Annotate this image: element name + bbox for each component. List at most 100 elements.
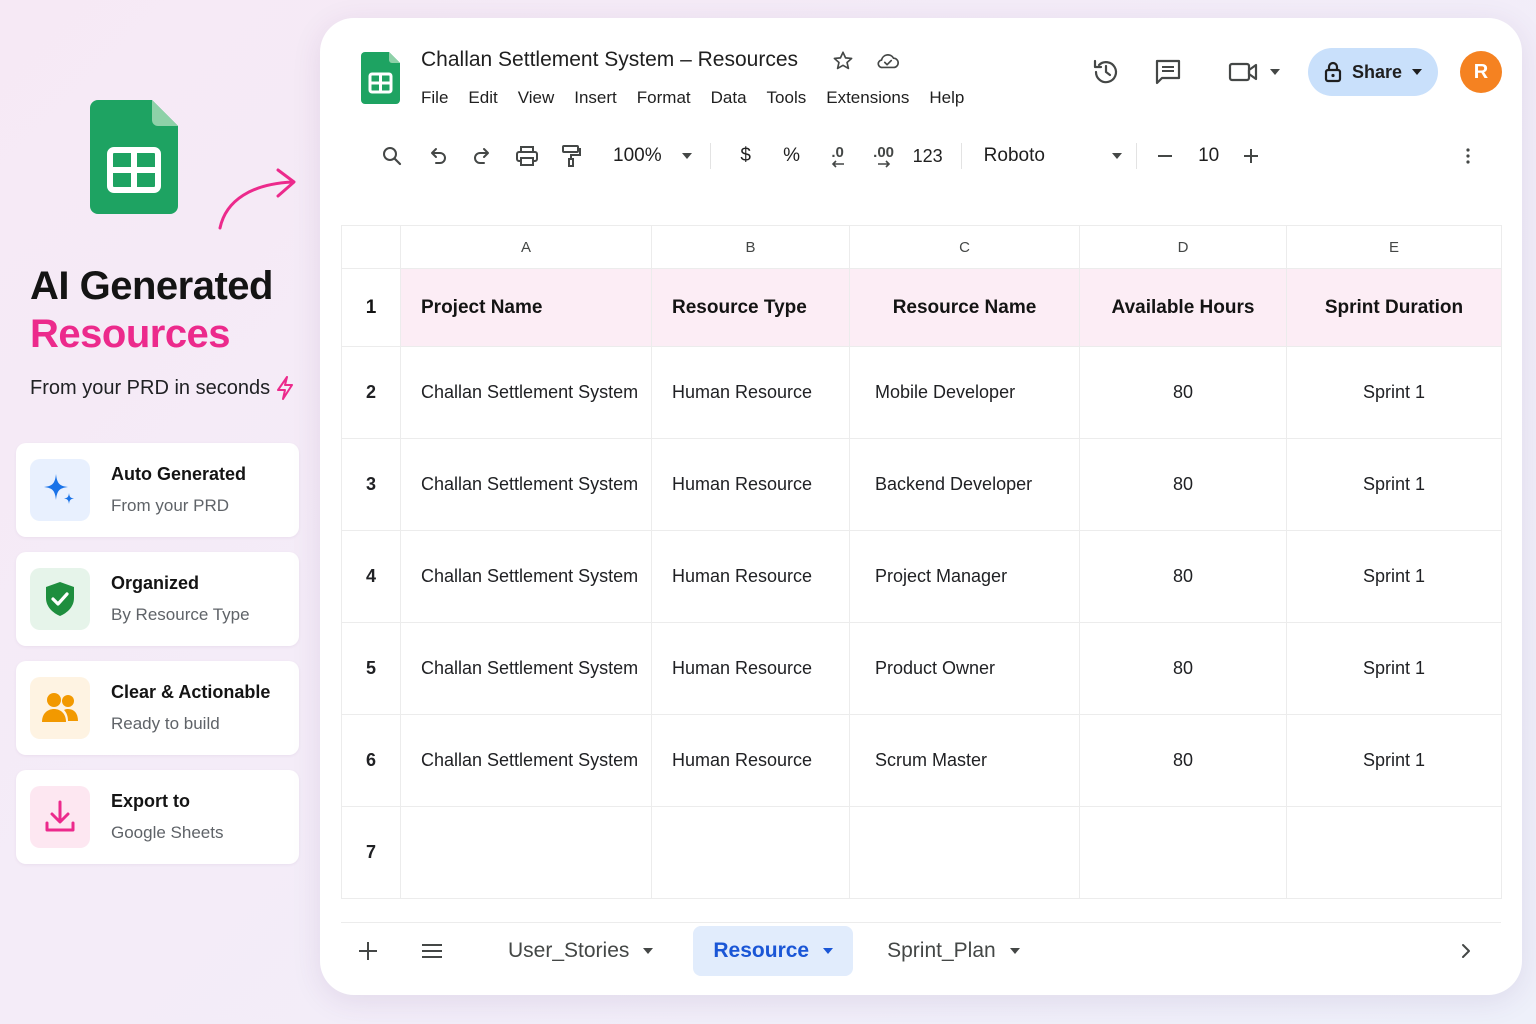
menu-format[interactable]: Format xyxy=(637,88,691,108)
select-all-corner[interactable] xyxy=(341,225,401,269)
table-cell[interactable]: Sprint 1 xyxy=(1286,346,1502,439)
decrease-decimal-button[interactable]: .0 xyxy=(823,138,853,174)
redo-button[interactable] xyxy=(468,138,496,174)
headline: AI Generated xyxy=(30,264,273,308)
meet-button[interactable] xyxy=(1228,52,1280,92)
table-cell[interactable] xyxy=(400,806,652,899)
row-number[interactable]: 1 xyxy=(341,268,401,347)
font-value: Roboto xyxy=(983,145,1045,166)
table-cell[interactable]: 80 xyxy=(1079,530,1287,623)
percent-format-button[interactable]: % xyxy=(779,138,805,174)
scroll-tabs-right-button[interactable] xyxy=(1451,933,1481,969)
table-cell[interactable]: Sprint 1 xyxy=(1286,622,1502,715)
video-camera-icon xyxy=(1228,62,1258,82)
cloud-status-icon[interactable] xyxy=(876,50,900,72)
sheets-home-icon[interactable] xyxy=(361,52,400,104)
table-cell[interactable]: Project Manager xyxy=(849,530,1080,623)
row-number[interactable]: 6 xyxy=(341,714,401,807)
font-select[interactable]: Roboto xyxy=(984,138,1122,174)
increase-decimal-button[interactable]: .00 xyxy=(867,138,901,174)
cell-a1[interactable]: Project Name xyxy=(400,268,652,347)
table-cell[interactable]: Challan Settlement System xyxy=(400,530,652,623)
version-history-button[interactable] xyxy=(1086,52,1126,92)
decrease-font-size-button[interactable] xyxy=(1153,138,1177,174)
cell-d1[interactable]: Available Hours xyxy=(1079,268,1287,347)
add-sheet-button[interactable] xyxy=(348,933,388,969)
menu-view[interactable]: View xyxy=(518,88,555,108)
cell-b1[interactable]: Resource Type xyxy=(651,268,850,347)
table-cell[interactable]: Challan Settlement System xyxy=(400,438,652,531)
lightning-icon xyxy=(277,376,294,400)
table-cell[interactable]: Human Resource xyxy=(651,346,850,439)
menu-insert[interactable]: Insert xyxy=(574,88,617,108)
share-button[interactable]: Share xyxy=(1308,48,1438,96)
menu-file[interactable]: File xyxy=(421,88,448,108)
menu-extensions[interactable]: Extensions xyxy=(826,88,909,108)
menu-edit[interactable]: Edit xyxy=(468,88,497,108)
table-cell[interactable]: Human Resource xyxy=(651,438,850,531)
column-header-e[interactable]: E xyxy=(1286,225,1502,269)
google-sheets-logo-icon xyxy=(90,100,178,214)
table-cell[interactable]: Sprint 1 xyxy=(1286,714,1502,807)
table-cell[interactable]: 80 xyxy=(1079,438,1287,531)
menu-tools[interactable]: Tools xyxy=(767,88,807,108)
star-icon[interactable] xyxy=(832,50,854,72)
row-number[interactable]: 4 xyxy=(341,530,401,623)
tab-sprint-plan[interactable]: Sprint_Plan xyxy=(867,926,1040,976)
column-header-a[interactable]: A xyxy=(400,225,652,269)
print-button[interactable] xyxy=(513,138,541,174)
table-cell[interactable]: Human Resource xyxy=(651,530,850,623)
table-cell[interactable]: Backend Developer xyxy=(849,438,1080,531)
more-formats-button[interactable]: 123 xyxy=(913,138,943,174)
feature-subtitle: Ready to build xyxy=(111,714,220,733)
column-header-d[interactable]: D xyxy=(1079,225,1287,269)
caret-down-icon xyxy=(1111,153,1122,159)
tab-resource[interactable]: Resource xyxy=(693,925,854,976)
increase-font-size-button[interactable] xyxy=(1239,138,1263,174)
toolbar-divider xyxy=(709,143,711,169)
table-cell[interactable] xyxy=(849,806,1080,899)
all-sheets-button[interactable] xyxy=(412,933,452,969)
table-cell[interactable]: Scrum Master xyxy=(849,714,1080,807)
cell-c1[interactable]: Resource Name xyxy=(849,268,1080,347)
zoom-select[interactable]: 100% xyxy=(613,138,692,174)
table-cell[interactable]: 80 xyxy=(1079,622,1287,715)
row-number[interactable]: 5 xyxy=(341,622,401,715)
table-cell[interactable]: Challan Settlement System xyxy=(400,622,652,715)
table-cell[interactable] xyxy=(1079,806,1287,899)
table-cell[interactable]: Mobile Developer xyxy=(849,346,1080,439)
table-cell[interactable] xyxy=(1286,806,1502,899)
row-number[interactable]: 3 xyxy=(341,438,401,531)
font-size-input[interactable]: 10 xyxy=(1187,138,1231,174)
comments-button[interactable] xyxy=(1148,52,1188,92)
table-cell[interactable]: Sprint 1 xyxy=(1286,438,1502,531)
row-number[interactable]: 2 xyxy=(341,346,401,439)
toolbar: 100% $ % .0 .00 123 Roboto 10 xyxy=(378,138,1478,174)
avatar[interactable]: R xyxy=(1460,51,1502,93)
table-cell[interactable]: Product Owner xyxy=(849,622,1080,715)
comment-icon xyxy=(1155,59,1181,85)
tab-user-stories[interactable]: User_Stories xyxy=(488,926,673,976)
table-cell[interactable]: Challan Settlement System xyxy=(400,714,652,807)
table-cell[interactable]: 80 xyxy=(1079,714,1287,807)
cell-e1[interactable]: Sprint Duration xyxy=(1286,268,1502,347)
column-header-c[interactable]: C xyxy=(849,225,1080,269)
more-options-button[interactable] xyxy=(1458,138,1478,174)
tab-label: User_Stories xyxy=(508,938,630,962)
paint-format-button[interactable] xyxy=(557,138,585,174)
table-cell[interactable]: Challan Settlement System xyxy=(400,346,652,439)
table-cell[interactable]: Human Resource xyxy=(651,714,850,807)
table-cell[interactable] xyxy=(651,806,850,899)
menu-help[interactable]: Help xyxy=(929,88,964,108)
document-title[interactable]: Challan Settlement System – Resources xyxy=(421,48,798,72)
table-cell[interactable]: Human Resource xyxy=(651,622,850,715)
search-menus-button[interactable] xyxy=(378,138,406,174)
table-cell[interactable]: 80 xyxy=(1079,346,1287,439)
column-header-b[interactable]: B xyxy=(651,225,850,269)
undo-button[interactable] xyxy=(424,138,452,174)
currency-format-button[interactable]: $ xyxy=(733,138,759,174)
table-cell[interactable]: Sprint 1 xyxy=(1286,530,1502,623)
row-number[interactable]: 7 xyxy=(341,806,401,899)
menu-data[interactable]: Data xyxy=(711,88,747,108)
feature-card-clear-actionable: Clear & Actionable Ready to build xyxy=(16,661,299,755)
